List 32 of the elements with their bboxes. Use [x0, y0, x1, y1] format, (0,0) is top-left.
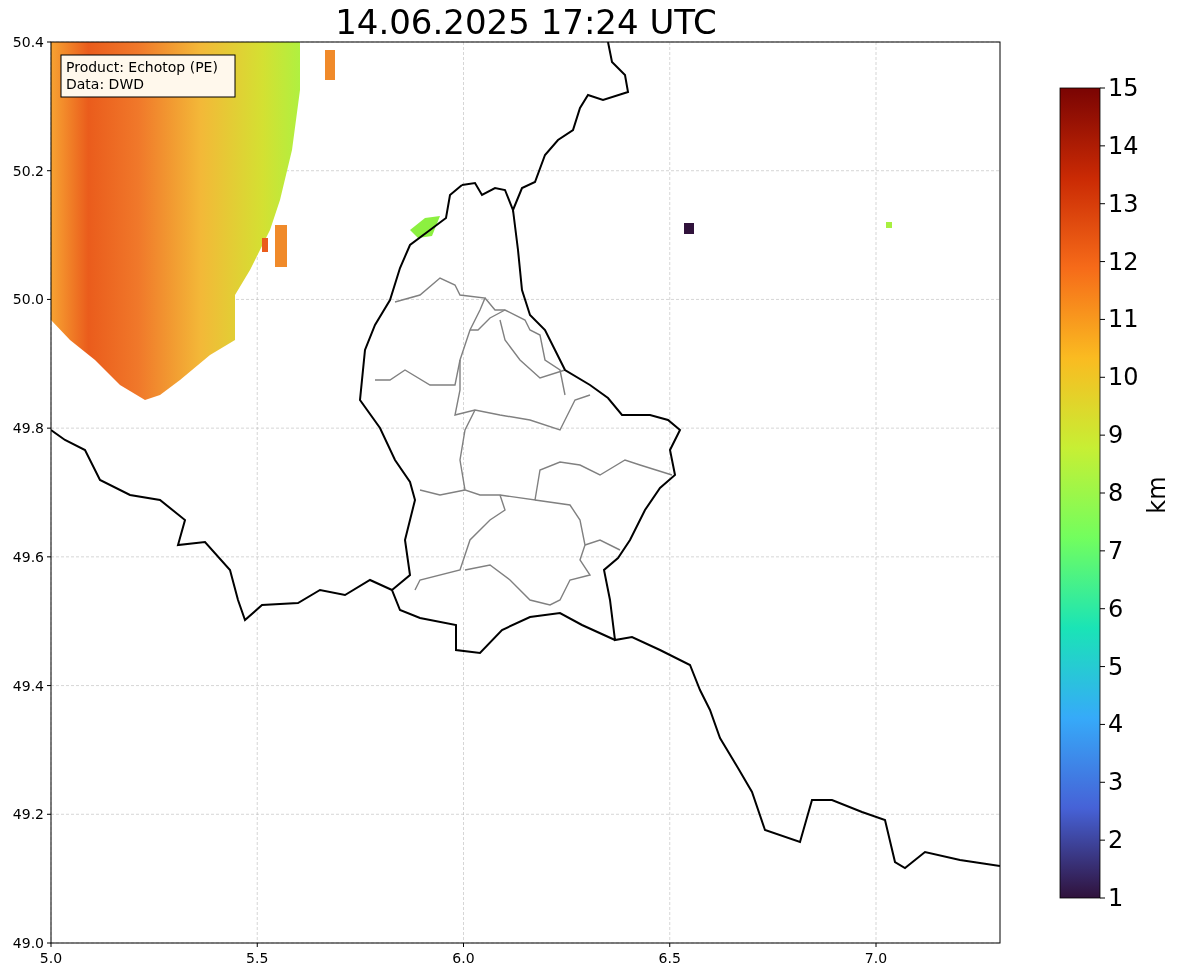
- axis-tick-label: 5.5: [246, 950, 269, 966]
- colorbar-tick-label: 13: [1108, 189, 1139, 218]
- colorbar-tick-label: 3: [1108, 768, 1124, 797]
- colorbar-tick-label: 15: [1108, 74, 1139, 102]
- axis-tick-label: 5.0: [39, 950, 63, 966]
- colorbar-tick-label: 11: [1108, 305, 1139, 334]
- colorbar-tick-label: 6: [1108, 594, 1124, 623]
- colorbar-tick-label: 9: [1108, 421, 1124, 450]
- legend-text: Product: Echotop (PE): [66, 59, 218, 75]
- axis-tick-label: 49.0: [12, 935, 44, 951]
- axis-tick-label: 49.2: [12, 806, 44, 823]
- colorbar-tick-label: 5: [1108, 652, 1124, 681]
- colorbar-tick-label: 14: [1108, 131, 1139, 160]
- axis-tick-label: 7.0: [864, 950, 888, 966]
- colorbar-label: km: [1143, 476, 1171, 514]
- axis-tick-label: 50.0: [12, 291, 44, 308]
- colorbar-tick-label: 10: [1108, 363, 1139, 392]
- legend-text: Data: DWD: [66, 76, 144, 92]
- axis-tick-label: 6.0: [452, 950, 475, 966]
- colorbar-tick-label: 2: [1108, 826, 1124, 855]
- colorbar-tick-label: 1: [1108, 884, 1124, 912]
- axis-tick-label: 50.2: [12, 162, 44, 179]
- plot-title: 14.06.2025 17:24 UTC: [335, 2, 717, 42]
- colorbar-tick-label: 12: [1108, 247, 1139, 276]
- colorbar-tick-label: 7: [1108, 536, 1124, 565]
- axis-tick-label: 50.4: [12, 34, 44, 50]
- colorbar-tick-label: 8: [1108, 479, 1124, 507]
- axis-tick-label: 6.5: [658, 950, 681, 966]
- axis-tick-label: 49.8: [12, 420, 44, 437]
- axis-tick-label: 49.6: [12, 548, 44, 565]
- colorbar-tick-label: 4: [1108, 710, 1124, 739]
- axis-tick-label: 49.4: [12, 677, 44, 694]
